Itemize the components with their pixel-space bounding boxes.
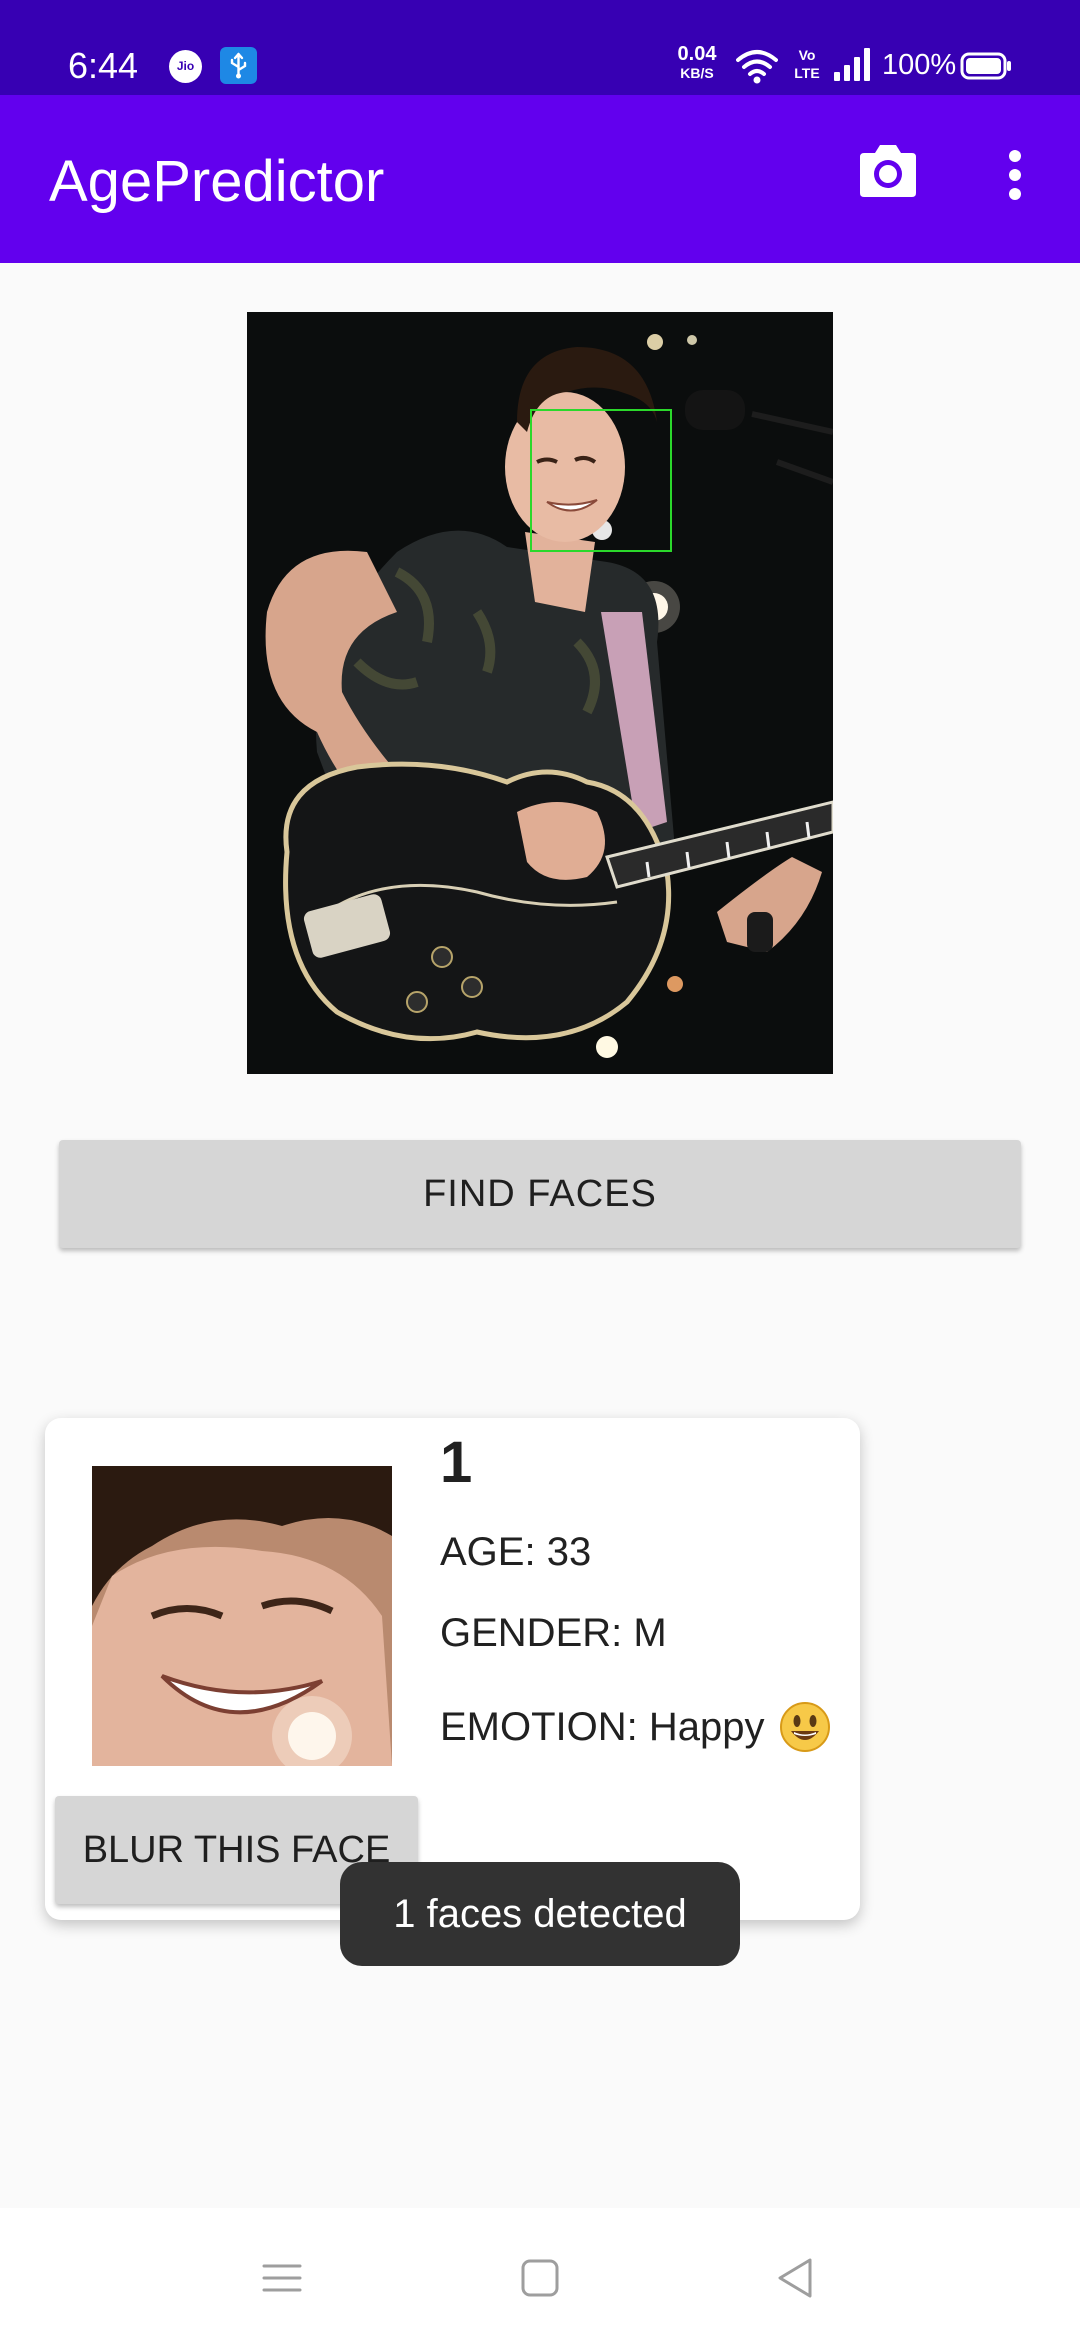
battery-percentage: 100% bbox=[882, 49, 957, 81]
selected-photo bbox=[247, 312, 833, 1074]
smiling-face-emoji-icon bbox=[779, 1701, 831, 1753]
volte-icon: Vo LTE bbox=[792, 46, 822, 82]
network-speed: 0.04 KB/S bbox=[672, 44, 722, 80]
status-time: 6:44 bbox=[68, 45, 139, 86]
face-thumbnail bbox=[92, 1466, 392, 1766]
usb-debug-icon bbox=[220, 47, 257, 84]
emotion-row: EMOTION: Happy bbox=[440, 1701, 831, 1753]
face-gender: GENDER: M bbox=[440, 1611, 667, 1655]
jio-icon: Jio bbox=[169, 50, 202, 83]
network-speed-unit: KB/S bbox=[680, 65, 714, 81]
battery-icon bbox=[960, 52, 1012, 85]
face-result-card: 1 AGE: 33 GENDER: M EMOTION: Happy BLUR … bbox=[45, 1418, 860, 1920]
back-icon[interactable] bbox=[766, 2248, 826, 2308]
app-bar: AgePredictor bbox=[0, 95, 1080, 263]
face-detection-box bbox=[530, 409, 672, 552]
app-title: AgePredictor bbox=[49, 149, 385, 214]
toast-message: 1 faces detected bbox=[340, 1862, 740, 1966]
volte-label-bottom: LTE bbox=[794, 65, 820, 81]
wifi-icon bbox=[736, 48, 778, 89]
network-speed-value: 0.04 bbox=[677, 43, 717, 65]
face-emotion: EMOTION: Happy bbox=[440, 1705, 765, 1749]
home-icon[interactable] bbox=[510, 2248, 570, 2308]
navigation-bar bbox=[0, 2208, 1080, 2340]
menu-icon[interactable] bbox=[252, 2248, 312, 2308]
find-faces-button[interactable]: FIND FACES bbox=[59, 1140, 1021, 1248]
face-number: 1 bbox=[440, 1430, 473, 1495]
signal-icon bbox=[832, 46, 872, 87]
face-age: AGE: 33 bbox=[440, 1530, 592, 1574]
status-bar: 6:44 Jio 0.04 KB/S Vo LTE 100% bbox=[0, 0, 1080, 95]
more-vert-icon[interactable] bbox=[994, 139, 1036, 211]
volte-label-top: Vo bbox=[798, 47, 816, 63]
camera-icon[interactable] bbox=[852, 135, 924, 207]
